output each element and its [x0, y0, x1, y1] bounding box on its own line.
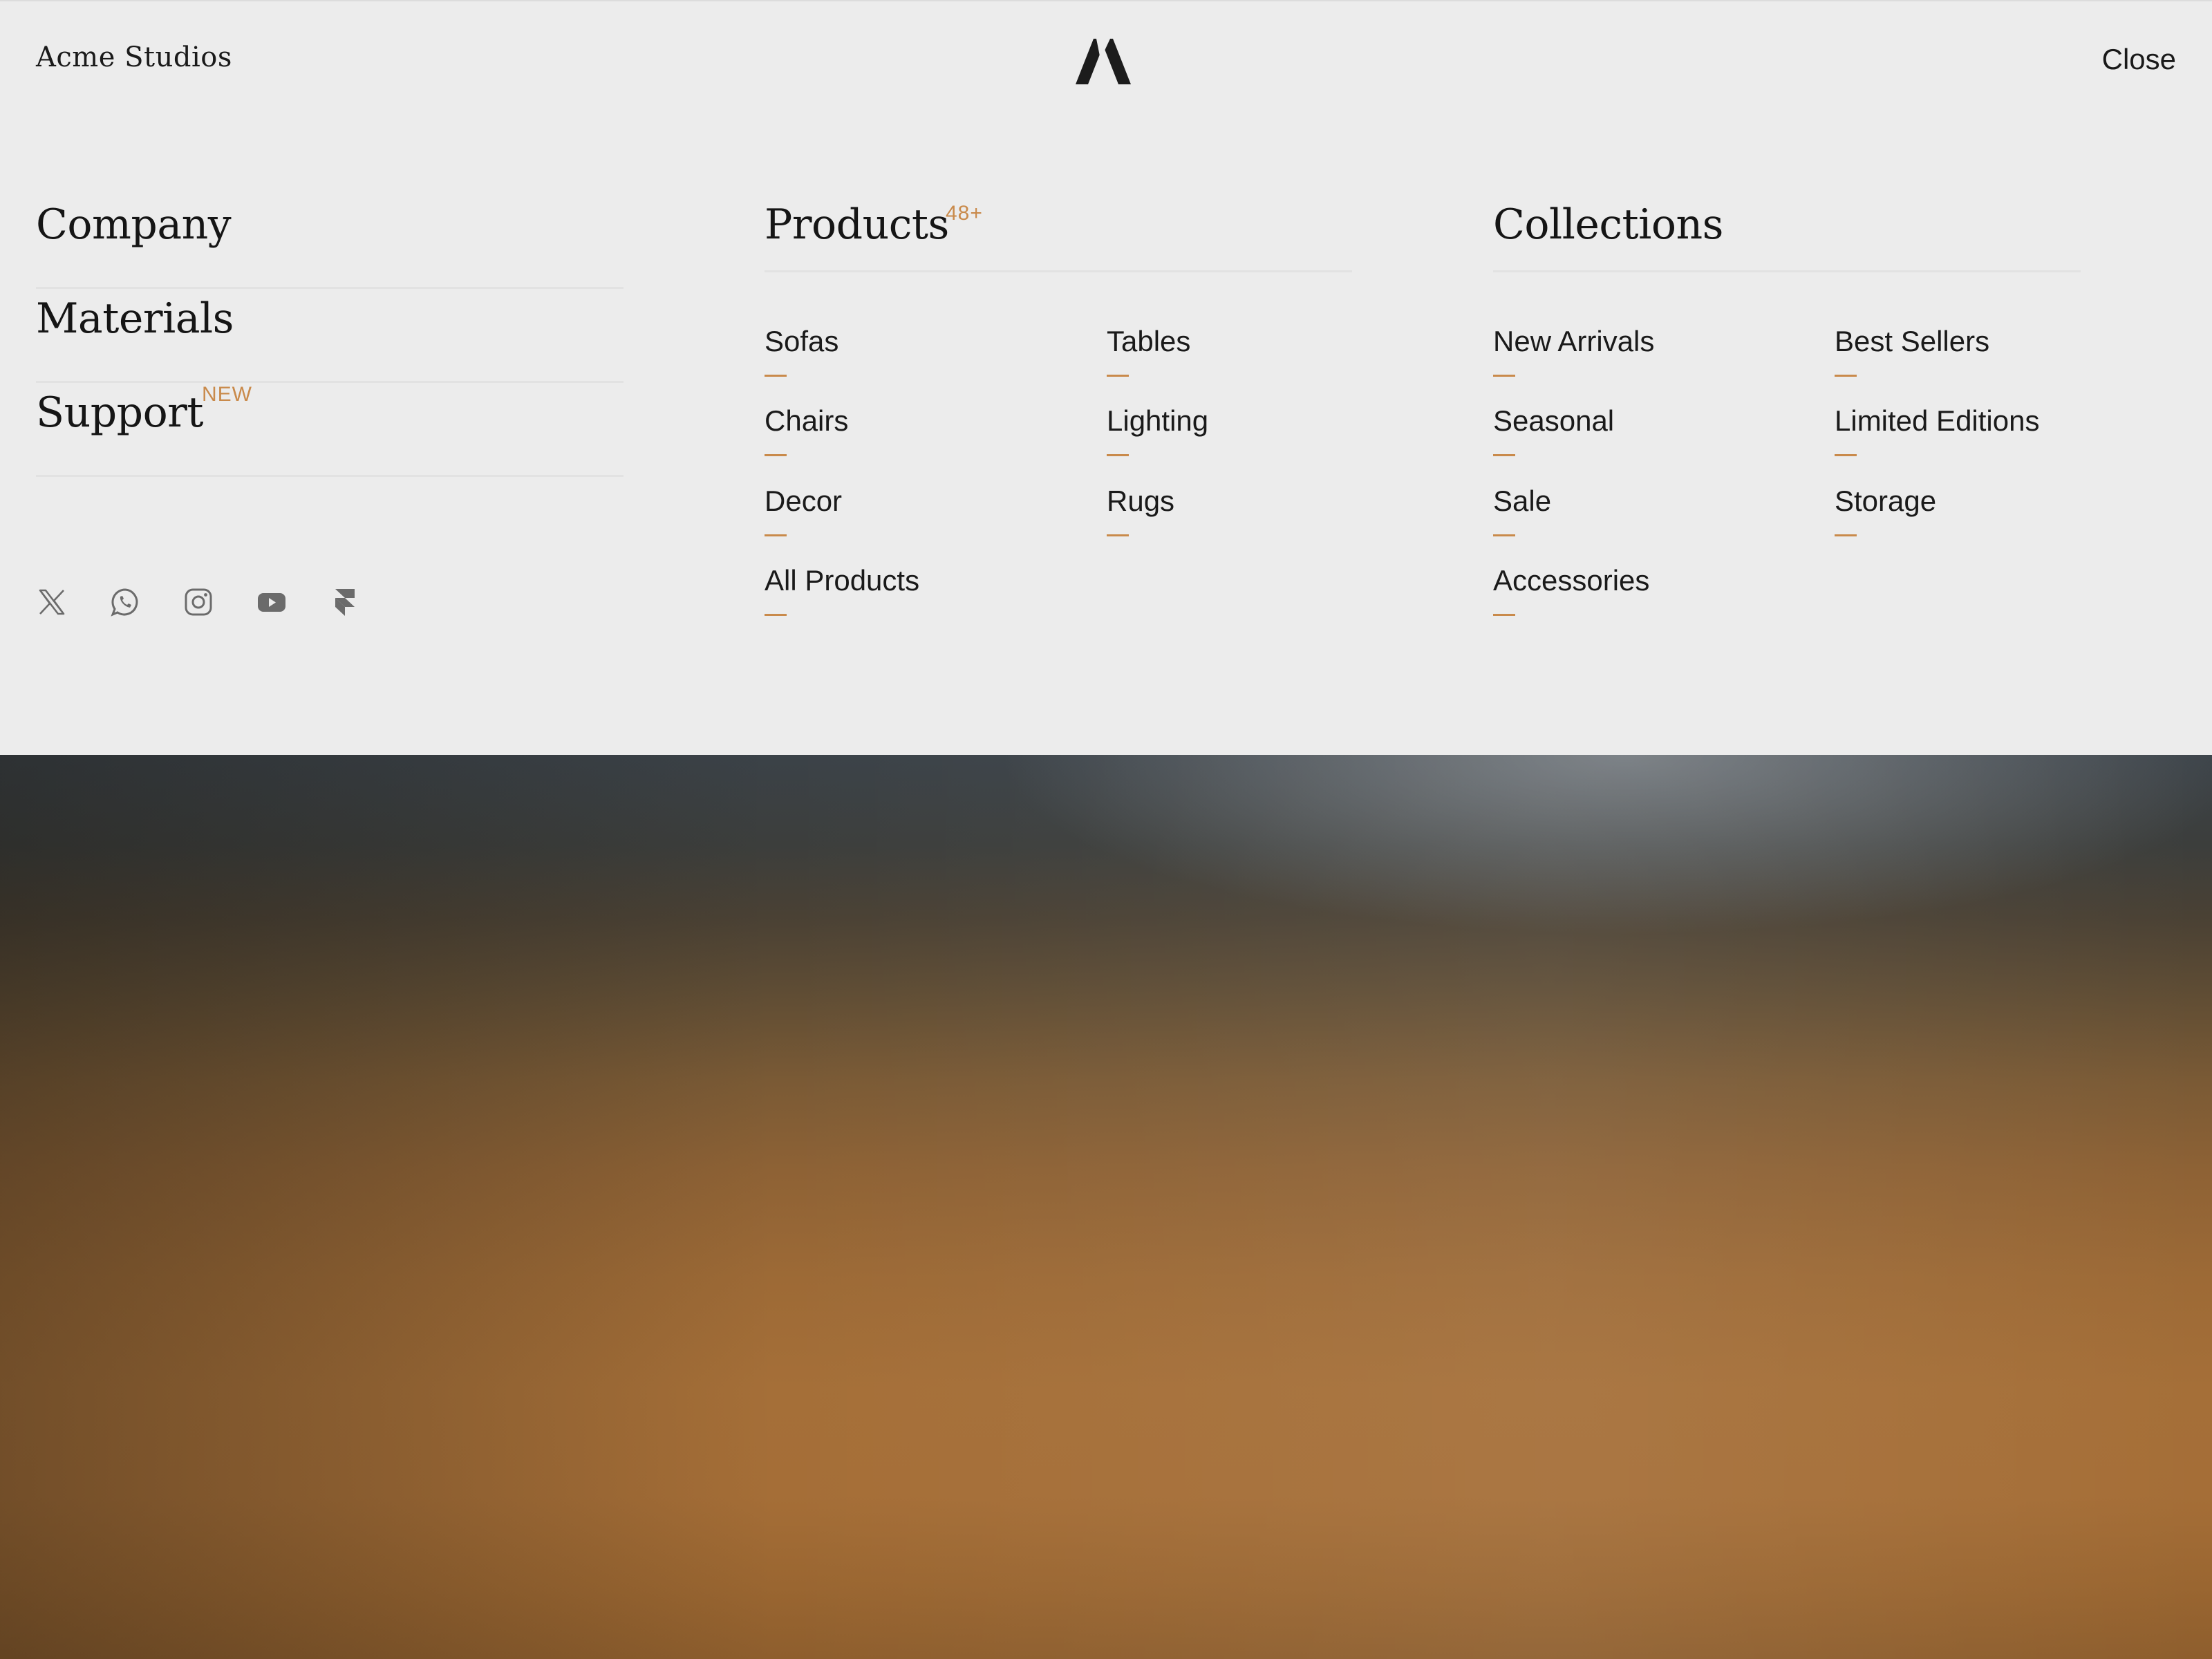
- primary-nav-item-materials[interactable]: Materials: [36, 289, 624, 383]
- framer-icon[interactable]: [329, 586, 361, 618]
- collections-header[interactable]: Collections: [1493, 195, 2081, 272]
- collection-link-storage[interactable]: Storage: [1835, 485, 1936, 561]
- link-label: Sofas: [765, 325, 839, 357]
- accent-dash: [1835, 375, 1857, 377]
- link-label: Seasonal: [1493, 404, 1615, 437]
- products-header[interactable]: Products 48+: [765, 195, 1352, 272]
- product-link-rugs[interactable]: Rugs: [1107, 485, 1174, 561]
- accent-dash: [1107, 534, 1129, 536]
- accent-dash: [1107, 375, 1129, 377]
- section-title: Products: [765, 200, 949, 249]
- accent-dash: [765, 534, 787, 536]
- accent-dash: [1493, 375, 1515, 377]
- products-count-badge: 48+: [946, 202, 983, 225]
- link-label: Limited Editions: [1835, 404, 2040, 437]
- hero-overlay: [0, 755, 2212, 1659]
- collection-link-sale[interactable]: Sale: [1493, 485, 1551, 561]
- accent-dash: [1107, 454, 1129, 456]
- link-label: Accessories: [1493, 564, 1650, 597]
- accent-dash: [1493, 614, 1515, 616]
- product-link-tables[interactable]: Tables: [1107, 325, 1190, 401]
- product-link-sofas[interactable]: Sofas: [765, 325, 838, 401]
- accent-dash: [1493, 454, 1515, 456]
- link-label: Lighting: [1107, 404, 1209, 437]
- link-label: All Products: [765, 564, 920, 597]
- products-section: Products 48+ Sofas Tables Chairs Lightin…: [765, 195, 1352, 616]
- primary-nav: Company Materials Support NEW: [36, 195, 624, 477]
- accent-dash: [765, 375, 787, 377]
- accent-dash: [1835, 454, 1857, 456]
- link-label: Best Sellers: [1835, 325, 1990, 357]
- link-label: Chairs: [765, 404, 849, 437]
- link-label: Storage: [1835, 485, 1937, 517]
- primary-nav-label: Company: [36, 200, 232, 249]
- new-badge: NEW: [202, 383, 252, 406]
- link-label: Tables: [1107, 325, 1191, 357]
- accent-dash: [1835, 534, 1857, 536]
- accent-dash: [765, 614, 787, 616]
- acme-a-logo-icon[interactable]: [1076, 39, 1131, 84]
- x-twitter-icon[interactable]: [36, 586, 68, 618]
- product-link-chairs[interactable]: Chairs: [765, 404, 848, 480]
- product-link-all-products[interactable]: All Products: [765, 564, 919, 640]
- product-link-decor[interactable]: Decor: [765, 485, 842, 561]
- close-button[interactable]: Close: [2102, 43, 2176, 76]
- accent-dash: [765, 454, 787, 456]
- primary-nav-item-company[interactable]: Company: [36, 195, 624, 289]
- collection-link-best-sellers[interactable]: Best Sellers: [1835, 325, 1989, 401]
- instagram-icon[interactable]: [182, 586, 214, 618]
- collection-link-accessories[interactable]: Accessories: [1493, 564, 1649, 640]
- menu-panel: Acme Studios Close Company Materials Sup…: [0, 0, 2212, 755]
- product-link-lighting[interactable]: Lighting: [1107, 404, 1208, 480]
- primary-nav-label: Support: [36, 388, 203, 437]
- primary-nav-item-support[interactable]: Support NEW: [36, 383, 624, 477]
- link-label: Sale: [1493, 485, 1552, 517]
- collection-link-limited-editions[interactable]: Limited Editions: [1835, 404, 2039, 480]
- brand-name[interactable]: Acme Studios: [36, 41, 232, 73]
- link-label: New Arrivals: [1493, 325, 1655, 357]
- link-label: Rugs: [1107, 485, 1175, 517]
- primary-nav-label: Materials: [36, 294, 234, 343]
- collection-link-new-arrivals[interactable]: New Arrivals: [1493, 325, 1654, 401]
- collections-section: Collections New Arrivals Best Sellers Se…: [1493, 195, 2081, 616]
- youtube-icon[interactable]: [256, 586, 288, 618]
- link-label: Decor: [765, 485, 843, 517]
- collection-link-seasonal[interactable]: Seasonal: [1493, 404, 1614, 480]
- whatsapp-icon[interactable]: [109, 586, 141, 618]
- accent-dash: [1493, 534, 1515, 536]
- section-title: Collections: [1493, 200, 1723, 249]
